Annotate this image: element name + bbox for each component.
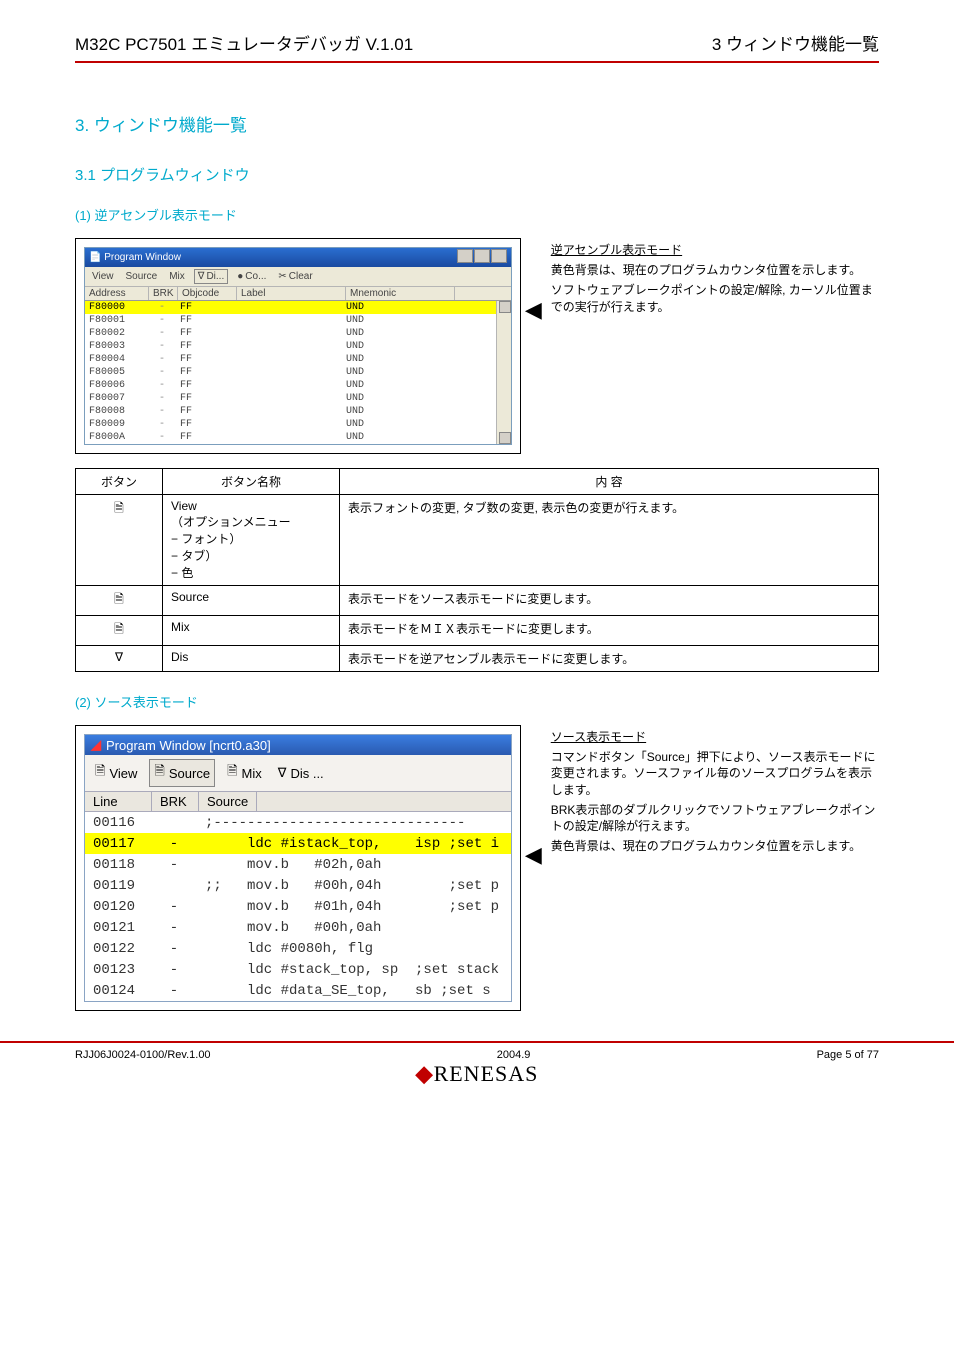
mix-button[interactable]: Mix: [166, 269, 188, 284]
pointer-arrow-2: ◀: [525, 842, 542, 868]
window-controls[interactable]: [456, 249, 507, 266]
footer-date: 2004.9: [497, 1049, 531, 1061]
table-row: 00116;------------------------------: [85, 812, 511, 833]
source-desc-2: BRK表示部のダブルクリックでソフトウェアブレークポイントの設定/解除が行えます…: [551, 802, 879, 834]
view-desc: 表示フォントの変更, タブ数の変更, 表示色の変更が行えます。: [340, 495, 879, 586]
disasm-desc-1: 黄色背景は、現在のプログラムカウンタ位置を示します。: [551, 262, 879, 278]
toolbar: View Source Mix ∇Di... ●Co... ✂Clear: [85, 267, 511, 287]
table-row: 00118- mov.b #02h,0ah: [85, 854, 511, 875]
table-row: 00122- ldc #0080h, flg: [85, 938, 511, 959]
mix-button-2[interactable]: 🗎Mix: [223, 759, 266, 787]
disasm-desc-2: ソフトウェアブレークポイントの設定/解除, カーソル位置までの実行が行えます。: [551, 282, 879, 314]
subsection-source: (2) ソース表示モード: [75, 692, 879, 711]
src-column-header: Line BRK Source: [85, 792, 511, 812]
renesas-logo: ◆RENESAS: [0, 1061, 954, 1087]
table-row: 00123- ldc #stack_top, sp ;set stack: [85, 959, 511, 980]
source-desc-1: コマンドボタン「Source」押下により、ソース表示モードに変更されます。ソース…: [551, 749, 879, 798]
table-row: F80005-FFUND: [85, 366, 511, 379]
footer-rev: RJJ06J0024-0100/Rev.1.00: [75, 1049, 211, 1061]
table-row: F80000-FFUND: [85, 301, 511, 314]
disasm-caption: 逆アセンブル表示モード: [551, 242, 879, 258]
table-row: F80009-FFUND: [85, 418, 511, 431]
table-row: 00120- mov.b #01h,04h ;set p: [85, 896, 511, 917]
table-row: 00121- mov.b #00h,0ah: [85, 917, 511, 938]
dis-button-2[interactable]: ∇Dis ...: [274, 759, 328, 787]
disasm-rows: F80000-FFUNDF80001-FFUNDF80002-FFUNDF800…: [85, 301, 511, 444]
view-icon: 🗎: [76, 495, 163, 586]
table-row: 00117- ldc #istack_top, isp ;set i: [85, 833, 511, 854]
header-right: 3 ウィンドウ機能一覧: [712, 30, 879, 55]
window-title: 📄 Program Window: [89, 252, 181, 263]
window-title-2: ◢ Program Window [ncrt0.a30]: [85, 735, 511, 755]
vertical-scrollbar[interactable]: [496, 301, 511, 444]
clear-button[interactable]: ✂Clear: [275, 269, 315, 284]
footer-page: Page 5 of 77: [817, 1049, 879, 1061]
source-button[interactable]: Source: [123, 269, 161, 284]
dis-button[interactable]: ∇Di...: [194, 269, 228, 284]
window-icon: ◢: [91, 737, 101, 753]
column-header: Address BRK Objcode Label Mnemonic: [85, 287, 511, 301]
table-row: 00124- ldc #data_SE_top, sb ;set s: [85, 980, 511, 1001]
source-icon: 🗎: [76, 586, 163, 616]
section-title: 3. ウィンドウ機能一覧: [75, 111, 879, 136]
pointer-arrow: ◀: [525, 297, 542, 323]
figure-disassembly: 📄 Program Window View Source Mix ∇Di... …: [75, 238, 521, 454]
table-row: F80008-FFUND: [85, 405, 511, 418]
source-rows: 00116;------------------------------0011…: [85, 812, 511, 1001]
table-row: 00119;; mov.b #00h,04h ;set p: [85, 875, 511, 896]
footer: RJJ06J0024-0100/Rev.1.00 2004.9 Page 5 o…: [0, 1041, 954, 1105]
table-row: F80002-FFUND: [85, 327, 511, 340]
source-desc-3: 黄色背景は、現在のプログラムカウンタ位置を示します。: [551, 838, 879, 854]
header-left: M32C PC7501 エミュレータデバッガ V.1.01: [75, 30, 413, 55]
source-caption: ソース表示モード: [551, 729, 879, 745]
dis-icon: ∇: [76, 646, 163, 672]
subsection-disasm: (1) 逆アセンブル表示モード: [75, 205, 879, 224]
view-button-2[interactable]: 🗎View: [91, 759, 141, 787]
table-row: F80003-FFUND: [85, 340, 511, 353]
table-row: F80001-FFUND: [85, 314, 511, 327]
table-row: F8000A-FFUND: [85, 431, 511, 444]
co-button[interactable]: ●Co...: [234, 269, 269, 284]
section-subtitle: 3.1 プログラムウィンドウ: [75, 164, 879, 185]
button-table: ボタン ボタン名称 内 容 🗎 View （オプションメニュー − フォント） …: [75, 468, 879, 672]
table-row: F80006-FFUND: [85, 379, 511, 392]
table-row: F80004-FFUND: [85, 353, 511, 366]
table-row: F80007-FFUND: [85, 392, 511, 405]
toolbar-2: 🗎View 🗎Source 🗎Mix ∇Dis ...: [85, 755, 511, 792]
view-cell: View （オプションメニュー − フォント） − タブ） − 色: [163, 495, 340, 586]
source-button-2[interactable]: 🗎Source: [149, 759, 215, 787]
figure-source: ◢ Program Window [ncrt0.a30] 🗎View 🗎Sour…: [75, 725, 521, 1011]
mix-icon: 🗎: [76, 616, 163, 646]
view-button[interactable]: View: [89, 269, 117, 284]
